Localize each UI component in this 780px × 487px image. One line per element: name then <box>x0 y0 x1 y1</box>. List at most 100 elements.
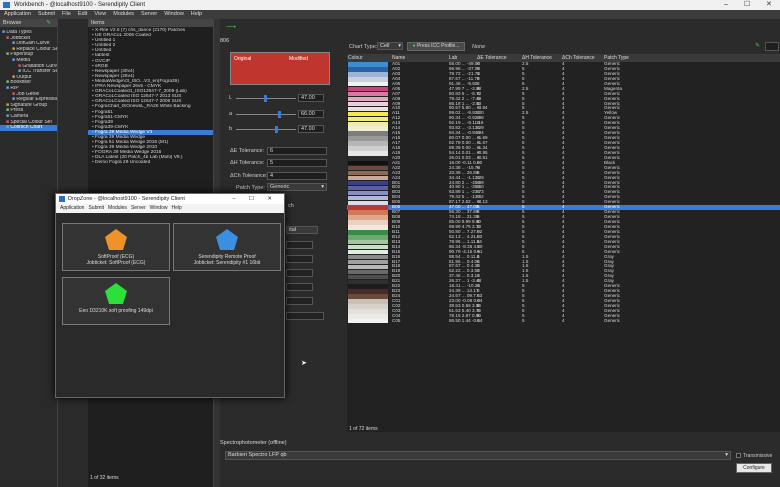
colour-swatch <box>348 319 388 324</box>
tree-item-label: RIP <box>10 85 19 91</box>
app-icon <box>59 196 65 202</box>
chart-type-select[interactable]: Cell ▾ <box>377 42 403 50</box>
bg-control-3[interactable] <box>286 255 313 263</box>
dch-tolerance-input[interactable]: 4 <box>267 172 327 180</box>
data-type-tree: ■ Data Types ■ Jobticket ■ DotGain Curve ■ … <box>0 27 57 131</box>
l-input[interactable]: 47.00 <box>298 94 324 102</box>
menu-edit[interactable]: Edit <box>78 11 87 17</box>
menu-help[interactable]: Help <box>191 11 202 17</box>
column-header[interactable]: ΔCh Tolerance <box>562 54 595 62</box>
items-list: ▪ X-Rite V2.6 (7) chs_dance (2170) Patch… <box>88 27 213 166</box>
table-body: A01 55.00 ... -49.00 6 2.5 4 Generic A02 66.96 … <box>347 61 780 324</box>
dropzone-menu-application[interactable]: Application <box>60 205 84 211</box>
dropzone-target-title: Eeo D3210K soft proofing 149dpi <box>79 308 153 314</box>
bg-control-6[interactable] <box>286 297 313 305</box>
tree-item-label: Camera <box>10 113 29 119</box>
patch-type-value: Generic <box>270 184 290 190</box>
bg-control-7[interactable] <box>286 312 324 320</box>
menu-application[interactable]: Application <box>4 11 31 17</box>
window-titlebar: Workbench - @localhost9100 - Serendipity… <box>0 0 780 10</box>
a-input[interactable]: 66.00 <box>298 110 324 118</box>
browse-tab[interactable]: Browse <box>3 19 21 27</box>
app-icon <box>3 2 10 8</box>
items-header: Items <box>88 19 213 27</box>
tree-item-label: Media <box>16 57 31 63</box>
tree-item-label: ICC Transfer Set <box>22 69 57 75</box>
dropzone-menu-help[interactable]: Help <box>171 205 181 211</box>
transmissive-checkbox[interactable] <box>736 453 741 458</box>
dropzone-titlebar: DropZone - @localhost9100 - Serendipity … <box>56 194 284 204</box>
dropzone-target[interactable]: SoftProof (ECG) Jobticket: SoftProof (ECG… <box>62 223 170 271</box>
bg-control-4[interactable] <box>286 269 313 277</box>
patch-header: 806 <box>220 38 230 44</box>
table-cell: 6 <box>477 317 480 323</box>
close-button[interactable]: ✕ <box>766 0 772 10</box>
column-header[interactable]: Colour <box>348 54 363 62</box>
chart-type-label: Chart Type: <box>349 44 378 50</box>
pentagon-icon <box>216 229 238 250</box>
dropzone-menu-server[interactable]: Server <box>131 205 146 211</box>
table-cell: Generic <box>604 317 621 323</box>
dch-tolerance-label: ΔCh Tolerance: <box>230 173 268 179</box>
menu-submit[interactable]: Submit <box>38 11 55 17</box>
bg-control-5[interactable] <box>286 283 313 291</box>
b-input[interactable]: 47.00 <box>298 125 324 133</box>
chart-type-value: Cell <box>380 43 390 49</box>
pin-icon[interactable]: ⟶ <box>226 23 236 31</box>
tree-item-label: Signature Group <box>10 102 48 108</box>
menu-window[interactable]: Window <box>164 11 184 17</box>
menu-view[interactable]: View <box>94 11 106 17</box>
column-header[interactable]: ΔE Tolerance <box>477 54 507 62</box>
dropzone-title: DropZone - @localhost9100 - Serendipity … <box>68 196 185 202</box>
a-slider[interactable] <box>236 114 296 115</box>
configure-button[interactable]: Configure <box>736 463 772 473</box>
minimize-button[interactable]: – <box>724 0 728 10</box>
maximize-button[interactable]: ☐ <box>744 0 750 10</box>
tree-item-label: Gradation Curve <box>22 63 57 69</box>
l-label: L <box>229 95 233 101</box>
dh-tolerance-input[interactable]: 5 <box>267 159 327 167</box>
tree-item-label: Data Types <box>6 30 32 35</box>
de-tolerance-input[interactable]: 6 <box>267 147 327 155</box>
items-status: 1 of 32 items <box>90 475 119 481</box>
dh-tolerance-label: ΔH Tolerance: <box>230 160 265 166</box>
menu-modules[interactable]: Modules <box>113 11 134 17</box>
search-input[interactable] <box>765 42 779 51</box>
b-slider-handle[interactable] <box>275 126 278 133</box>
dropzone-menu-modules[interactable]: Modules <box>108 205 127 211</box>
b-label: b <box>229 126 233 132</box>
l-slider-handle[interactable] <box>264 95 267 102</box>
item-label: Demo Fogra 29 Uncoated <box>95 160 151 166</box>
dropzone-target[interactable]: Serendipity Remote Proof Jobticket: Seren… <box>173 223 281 271</box>
spectro-label: Spectrophotometer (offline) <box>220 440 287 446</box>
menu-server[interactable]: Server <box>141 11 157 17</box>
dropzone-window-controls[interactable]: – ☐ ✕ <box>232 194 278 204</box>
menu-bar: Application Submit File Edit View Modules Serv… <box>0 10 780 19</box>
original-label: Original <box>234 56 252 62</box>
edit-icon[interactable]: ✎ <box>755 42 760 49</box>
patch-type-select[interactable]: Generic ▾ <box>267 183 327 191</box>
tree-item[interactable]: ■ Colirsch Chart <box>0 125 57 131</box>
add-icon[interactable]: ✎ <box>46 19 51 27</box>
patch-table: Colour Name Lab ΔE Tolerance ΔH Tolerance ΔCh… <box>347 54 780 432</box>
bg-control-2[interactable] <box>286 241 313 249</box>
spectro-device-select[interactable]: Barbieri Spectro LFP qb ▾ <box>225 451 731 460</box>
dropzone-menu: Application Submit Modules Server Window Help <box>56 204 284 213</box>
b-slider[interactable] <box>236 129 296 130</box>
a-slider-handle[interactable] <box>278 111 281 118</box>
item-row[interactable]: ▪ Demo Fogra 29 Uncoated <box>88 160 213 165</box>
chevron-down-icon: ▾ <box>398 43 401 49</box>
chevron-down-icon: ▾ <box>321 184 324 190</box>
bg-control-1[interactable]: ital <box>286 226 318 234</box>
menu-file[interactable]: File <box>62 11 71 17</box>
dropzone-target[interactable]: Eeo D3210K soft proofing 149dpi <box>62 277 170 325</box>
tree-item-label: Output <box>16 74 32 80</box>
tree-item-label: Jobticket <box>10 35 31 41</box>
tree-item-label: Replace Colour Set <box>16 46 57 52</box>
dropzone-menu-window[interactable]: Window <box>150 205 168 211</box>
modified-label: Modified <box>289 56 308 62</box>
dropzone-menu-submit[interactable]: Submit <box>88 205 104 211</box>
pentagon-icon <box>105 229 127 250</box>
press-icc-profile-button[interactable]: ● Press ICC Profile... <box>407 42 465 51</box>
table-row[interactable]: C05 86.50 1.44 -0.64 6 5 4 Generic <box>347 317 780 324</box>
